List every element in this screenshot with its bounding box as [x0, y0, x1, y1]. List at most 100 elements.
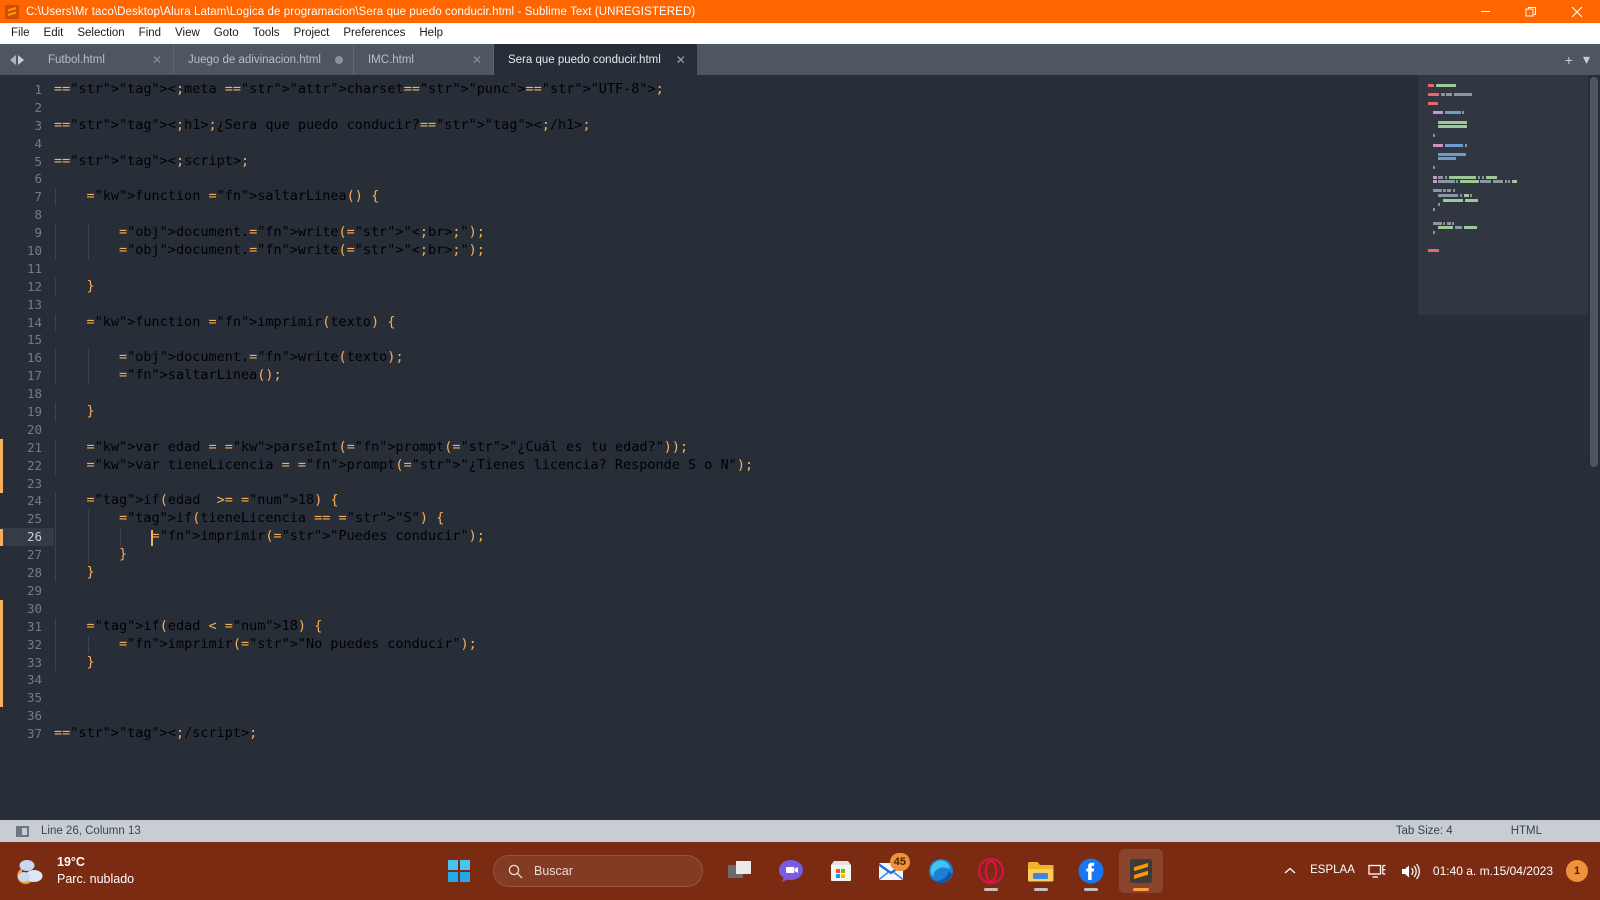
- indent-guide: [55, 456, 56, 475]
- weather-widget[interactable]: 19°C Parc. nublado: [0, 854, 240, 888]
- tab-unsaved-indicator-icon[interactable]: [334, 55, 343, 64]
- editor-area: 1 2 3 4 5 6 7 8 9 10 11 12 13 14 15 16 17 18 19 20 21 22 23 24 2…: [0, 75, 1600, 820]
- tab-size-setting[interactable]: Tab Size: 4: [1396, 825, 1453, 837]
- tab-close-icon[interactable]: ✕: [151, 53, 163, 67]
- line-number: 30: [26, 600, 42, 616]
- tab-label: Sera que puedo conducir.html: [507, 53, 661, 66]
- line-number: 14: [26, 314, 42, 330]
- line-number: 8: [34, 207, 42, 223]
- menu-item-edit[interactable]: Edit: [37, 25, 71, 42]
- windows-start-icon[interactable]: [437, 849, 481, 893]
- restore-icon[interactable]: [1508, 0, 1554, 23]
- indent-guide: [55, 313, 56, 332]
- menu-item-find[interactable]: Find: [132, 25, 168, 42]
- tab-sera-que-puedo-conducir[interactable]: Sera que puedo conducir.html ✕: [493, 44, 697, 75]
- indent-guide: [120, 528, 122, 547]
- tab-overflow-icon[interactable]: ▾: [1583, 51, 1590, 68]
- microsoft-store-icon[interactable]: [819, 849, 863, 893]
- window-controls: [1462, 0, 1600, 23]
- line-number: 25: [26, 511, 42, 527]
- facebook-icon[interactable]: [1069, 849, 1113, 893]
- clock[interactable]: 01:40 a. m. 15/04/2023: [1433, 863, 1553, 879]
- cursor-position: Line 26, Column 13: [41, 825, 141, 837]
- code-line: ="kw">function ="fn">saltarLinea() {: [54, 188, 1600, 207]
- minimap-viewport[interactable]: [1418, 75, 1588, 315]
- notification-badge[interactable]: 1: [1566, 860, 1588, 882]
- clock-time: 01:40 a. m.: [1432, 863, 1493, 878]
- sublime-text-icon[interactable]: [1119, 849, 1163, 893]
- menu-item-selection[interactable]: Selection: [70, 25, 131, 42]
- language-indicator[interactable]: ESP LAA: [1310, 863, 1355, 879]
- line-number: 22: [26, 457, 42, 473]
- chat-icon[interactable]: [769, 849, 813, 893]
- close-icon[interactable]: [1554, 0, 1600, 23]
- menu-item-goto[interactable]: Goto: [207, 25, 246, 42]
- line-number: 2: [34, 99, 42, 115]
- search-input[interactable]: Buscar: [493, 855, 703, 887]
- vertical-scrollbar-thumb[interactable]: [1590, 77, 1598, 467]
- microsoft-edge-icon[interactable]: [919, 849, 963, 893]
- line-number: 26: [0, 528, 54, 547]
- line-number: 4: [34, 135, 42, 151]
- indent-guide: [55, 546, 56, 565]
- line-number: 19: [26, 404, 42, 420]
- file-explorer-icon[interactable]: [1019, 849, 1063, 893]
- tab-label: IMC.html: [367, 53, 414, 66]
- tab-scroll-arrows[interactable]: [0, 44, 34, 75]
- menu-item-file[interactable]: File: [4, 25, 37, 42]
- vertical-scrollbar[interactable]: [1588, 75, 1600, 820]
- taskbar-center-group: Buscar 45: [437, 849, 1163, 893]
- sidebar-toggle-icon[interactable]: [16, 825, 29, 837]
- new-tab-button[interactable]: +: [1565, 52, 1573, 68]
- code-line: ="tag">if(tieneLicencia == ="str">"S") {: [54, 510, 1600, 529]
- tab-futbol[interactable]: Futbol.html ✕: [34, 44, 174, 75]
- menu-item-view[interactable]: View: [168, 25, 207, 42]
- indent-guide: [87, 635, 89, 654]
- tab-juego-de-adivinacion[interactable]: Juego de adivinacion.html: [174, 44, 354, 75]
- line-number: 32: [26, 636, 42, 652]
- task-view-icon[interactable]: [719, 849, 763, 893]
- code-content[interactable]: =="str">"tag"><;meta =="str">"attr">char…: [54, 75, 1600, 820]
- system-tray: ESP LAA 01:40 a. m. 15/04/2023 1: [1283, 860, 1600, 882]
- network-icon[interactable]: [1368, 863, 1387, 880]
- indent-guide: [55, 242, 56, 260]
- line-number: 10: [26, 243, 42, 259]
- tab-close-icon[interactable]: ✕: [675, 53, 687, 67]
- code-line: =="str">"tag"><;h1>;¿Sera que puedo cond…: [54, 116, 591, 133]
- line-number: 18: [26, 386, 42, 402]
- tab-bar: Futbol.html ✕ Juego de adivinacion.html …: [0, 44, 1600, 75]
- menu-item-preferences[interactable]: Preferences: [336, 25, 412, 42]
- syntax-mode[interactable]: HTML: [1511, 825, 1542, 837]
- horizontal-scrollbar[interactable]: [0, 810, 1600, 820]
- indent-guide: [87, 349, 89, 368]
- menu-item-project[interactable]: Project: [287, 25, 337, 42]
- line-number: 27: [26, 547, 42, 563]
- tab-imc[interactable]: IMC.html ✕: [353, 44, 494, 75]
- sublime-text-icon: [5, 4, 19, 19]
- minimize-icon[interactable]: [1462, 0, 1508, 23]
- menu-item-help[interactable]: Help: [412, 25, 450, 42]
- tab-close-icon[interactable]: ✕: [471, 53, 483, 67]
- indent-guide: [55, 564, 56, 582]
- indent-guide: [55, 492, 56, 511]
- line-number: 37: [26, 726, 42, 742]
- code-line: ="kw">function ="fn">imprimir(texto) {: [54, 313, 1600, 332]
- line-number: 35: [26, 690, 42, 706]
- mail-icon[interactable]: 45: [869, 849, 913, 893]
- opera-icon[interactable]: [969, 849, 1013, 893]
- tab-scroll-right-icon[interactable]: [18, 54, 24, 65]
- menu-item-tools[interactable]: Tools: [246, 25, 287, 42]
- minimap[interactable]: [1418, 75, 1588, 820]
- title-bar: C:\Users\Mr taco\Desktop\Alura Latam\Log…: [0, 0, 1600, 23]
- indent-guide: [87, 546, 89, 565]
- partly-cloudy-night-icon: [17, 860, 43, 885]
- line-number: 5: [34, 153, 42, 169]
- tab-scroll-left-icon[interactable]: [10, 54, 16, 65]
- chevron-up-icon[interactable]: [1283, 864, 1297, 878]
- volume-icon[interactable]: [1400, 863, 1420, 880]
